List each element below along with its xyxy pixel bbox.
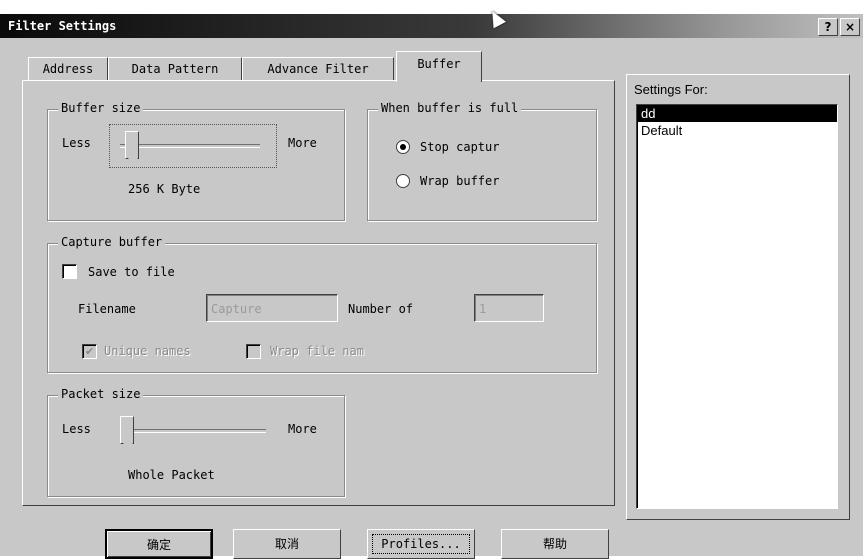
settings-for-label: Settings For: [634,82,708,97]
cancel-button-label: 取消 [274,537,299,551]
number-of-field[interactable]: 1 [474,294,544,322]
buffer-size-group: Buffer size Less More 256 K Byte [47,101,345,221]
packet-size-slider-track [124,429,266,433]
buffer-size-slider-thumb[interactable] [124,131,139,164]
focus-ring [372,534,470,554]
buffer-size-more-label: More [288,136,317,150]
close-icon[interactable]: × [840,18,860,36]
stop-capture-label[interactable]: Stop captur [420,140,499,154]
buffer-size-slider[interactable] [109,124,277,168]
help-button-label: 帮助 [542,537,567,551]
stop-capture-radio[interactable] [396,140,410,154]
packet-size-group: Packet size Less More Whole Packet [47,387,345,497]
filename-label: Filename [78,302,136,316]
ok-button[interactable]: 确定 [105,529,213,559]
filename-field[interactable]: Capture [206,294,338,322]
tab-data-pattern[interactable]: Data Pattern [108,57,242,81]
save-to-file-checkbox[interactable] [62,264,77,279]
when-buffer-full-legend: When buffer is full [378,101,522,115]
profiles-button[interactable]: Profiles... [367,529,475,559]
save-to-file-label[interactable]: Save to file [88,265,175,279]
filter-settings-dialog: Filter Settings ? × Address Data Pattern… [0,14,863,559]
capture-buffer-legend: Capture buffer [58,235,166,249]
packet-size-slider[interactable] [120,410,270,452]
tab-advance-filter[interactable]: Advance Filter [242,57,394,81]
help-icon[interactable]: ? [818,18,838,36]
when-buffer-full-group: When buffer is full Stop captur Wrap buf… [367,101,597,221]
wrap-buffer-label[interactable]: Wrap buffer [420,174,499,188]
window-title: Filter Settings [8,19,117,33]
list-item[interactable]: Default [637,122,837,139]
cancel-button[interactable]: 取消 [233,529,341,559]
packet-size-more-label: More [288,422,317,436]
wrap-buffer-radio[interactable] [396,174,410,188]
buffer-size-slider-track [120,144,260,148]
title-bar[interactable]: Filter Settings ? × [0,14,863,38]
packet-size-value: Whole Packet [128,468,215,482]
ok-button-label: 确定 [146,538,171,552]
buffer-tab-panel: Buffer size Less More 256 K Byte When bu… [22,80,615,506]
help-button[interactable]: 帮助 [501,529,609,559]
buffer-size-less-label: Less [62,136,91,150]
list-item[interactable]: dd [637,105,837,122]
packet-size-legend: Packet size [58,387,144,401]
capture-buffer-group: Capture buffer Save to file Filename Cap… [47,235,597,373]
tab-buffer[interactable]: Buffer [396,51,482,82]
radio-selected-dot [400,144,406,150]
packet-size-less-label: Less [62,422,91,436]
checkmark-icon: ✔ [85,345,95,358]
buffer-size-value: 256 K Byte [128,182,201,196]
buffer-size-legend: Buffer size [58,101,144,115]
packet-size-slider-thumb[interactable] [120,416,134,449]
wrap-file-names-checkbox[interactable] [246,344,261,359]
settings-for-listbox[interactable]: dd Default [636,104,838,509]
wrap-file-names-label: Wrap file nam [270,344,364,358]
unique-names-label: Unique names [104,344,191,358]
number-of-label: Number of [348,302,414,316]
unique-names-checkbox[interactable]: ✔ [82,344,97,359]
tab-address[interactable]: Address [28,57,108,81]
